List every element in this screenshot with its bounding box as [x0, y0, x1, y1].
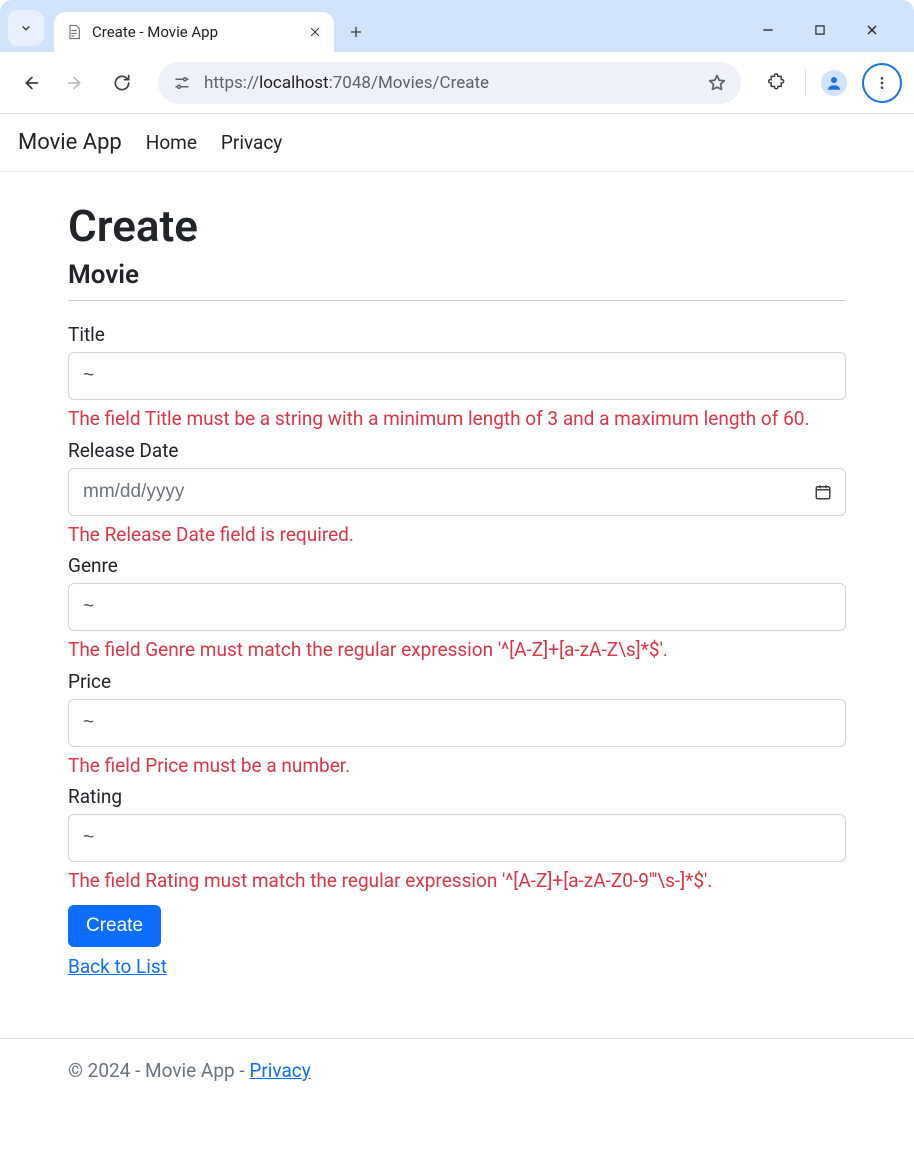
- genre-input[interactable]: [68, 583, 846, 631]
- footer-privacy-link[interactable]: Privacy: [249, 1059, 310, 1082]
- tune-icon: [173, 74, 191, 92]
- forward-button[interactable]: [58, 65, 94, 101]
- back-button[interactable]: [12, 65, 48, 101]
- nav-home[interactable]: Home: [146, 131, 197, 154]
- sub-title: Movie: [68, 260, 846, 290]
- reload-icon: [112, 73, 132, 93]
- close-icon: [308, 25, 322, 39]
- title-label: Title: [68, 323, 846, 346]
- tab-title: Create - Movie App: [92, 23, 298, 41]
- genre-label: Genre: [68, 554, 846, 577]
- tab-close-button[interactable]: [308, 25, 322, 39]
- person-icon: [825, 74, 843, 92]
- new-tab-button[interactable]: [338, 14, 374, 50]
- url-text: https://localhost:7048/Movies/Create: [204, 73, 695, 93]
- profile-button[interactable]: [816, 65, 852, 101]
- price-label: Price: [68, 670, 846, 693]
- page-title: Create: [68, 200, 846, 252]
- browser-menu-button[interactable]: [862, 63, 902, 103]
- divider: [805, 70, 806, 96]
- site-navbar: Movie App Home Privacy: [0, 114, 914, 172]
- divider: [68, 300, 846, 301]
- site-settings-button[interactable]: [172, 73, 192, 93]
- window-minimize-button[interactable]: [754, 16, 782, 44]
- dots-vertical-icon: [874, 75, 890, 91]
- create-button[interactable]: Create: [68, 905, 161, 947]
- price-error: The field Price must be a number.: [68, 753, 846, 780]
- address-bar[interactable]: https://localhost:7048/Movies/Create: [158, 62, 741, 104]
- rating-input[interactable]: [68, 814, 846, 862]
- browser-tab[interactable]: Create - Movie App: [54, 12, 334, 52]
- window-close-button[interactable]: [858, 16, 886, 44]
- browser-toolbar: https://localhost:7048/Movies/Create: [0, 52, 914, 114]
- rating-error: The field Rating must match the regular …: [68, 868, 846, 895]
- arrow-left-icon: [19, 72, 41, 94]
- puzzle-icon: [767, 73, 787, 93]
- bookmark-button[interactable]: [707, 73, 727, 93]
- footer-text: © 2024 - Movie App -: [68, 1059, 249, 1082]
- back-to-list-link[interactable]: Back to List: [68, 955, 167, 978]
- close-icon: [864, 22, 880, 38]
- release-date-label: Release Date: [68, 439, 846, 462]
- genre-error: The field Genre must match the regular e…: [68, 637, 846, 664]
- release-date-error: The Release Date field is required.: [68, 522, 846, 549]
- plus-icon: [348, 24, 364, 40]
- title-input[interactable]: [68, 352, 846, 400]
- price-input[interactable]: [68, 699, 846, 747]
- reload-button[interactable]: [104, 65, 140, 101]
- star-icon: [707, 73, 727, 93]
- footer: © 2024 - Movie App - Privacy: [0, 1038, 914, 1102]
- chevron-down-icon: [19, 21, 33, 35]
- title-error: The field Title must be a string with a …: [68, 406, 846, 433]
- extensions-button[interactable]: [759, 65, 795, 101]
- window-maximize-button[interactable]: [806, 16, 834, 44]
- minimize-icon: [760, 22, 776, 38]
- page-favicon-icon: [66, 24, 82, 40]
- window-controls: [754, 16, 906, 44]
- rating-label: Rating: [68, 785, 846, 808]
- tab-search-button[interactable]: [8, 10, 44, 46]
- arrow-right-icon: [65, 72, 87, 94]
- release-date-input[interactable]: [68, 468, 846, 516]
- brand[interactable]: Movie App: [18, 130, 122, 155]
- maximize-icon: [813, 23, 827, 37]
- nav-privacy[interactable]: Privacy: [221, 131, 282, 154]
- tab-strip: Create - Movie App: [0, 0, 914, 52]
